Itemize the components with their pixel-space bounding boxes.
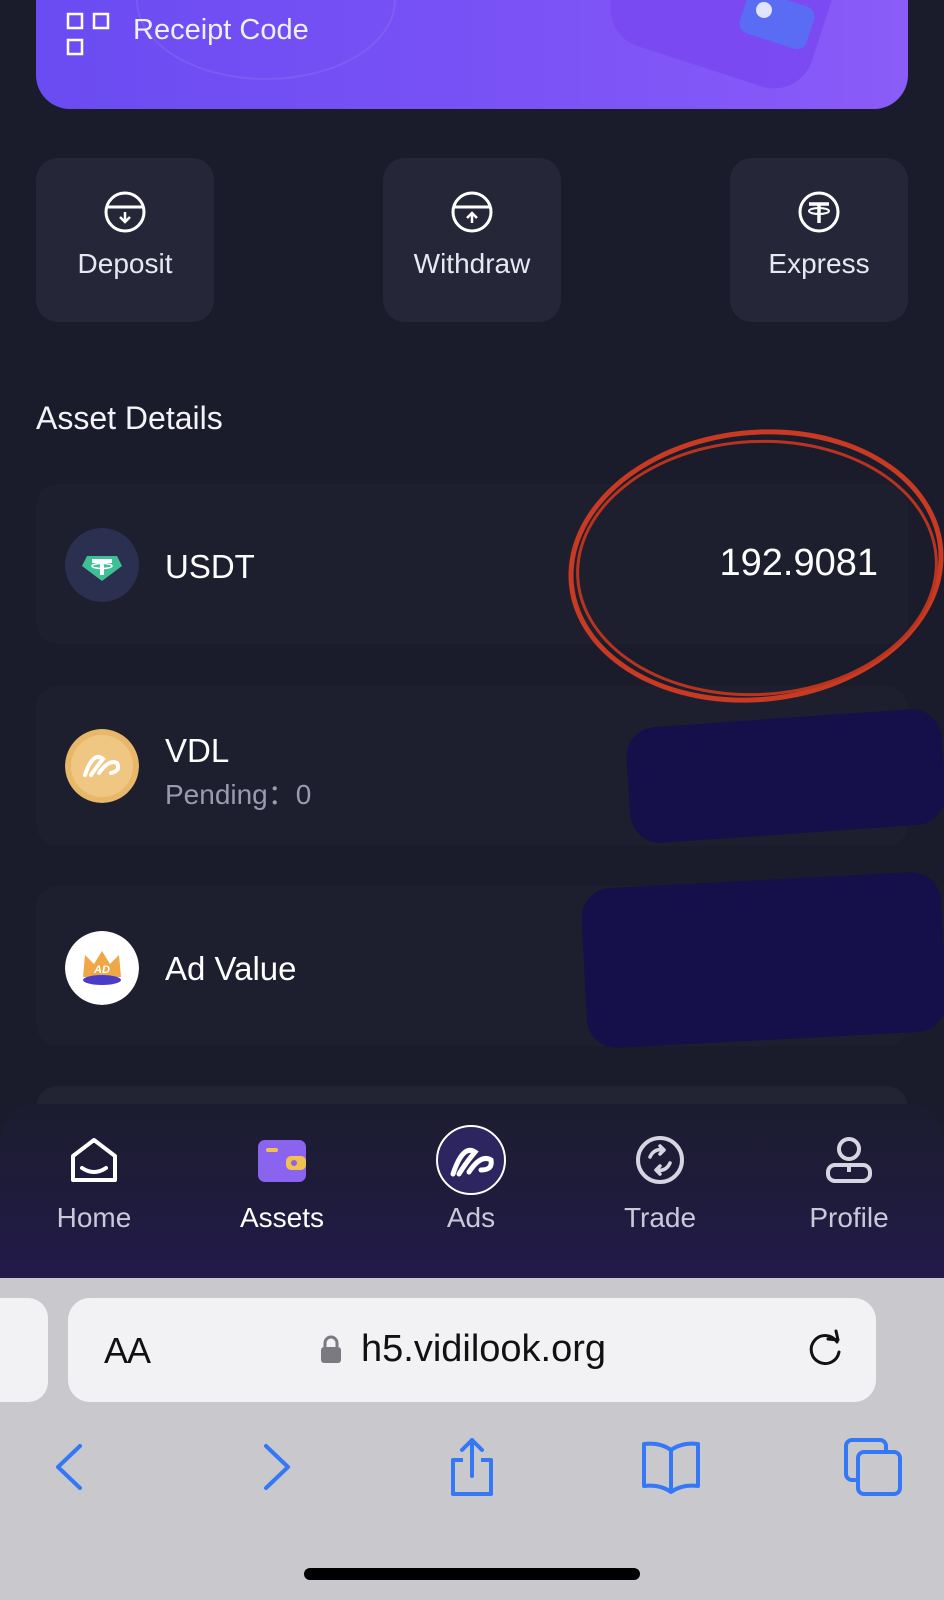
- tabs-icon[interactable]: [842, 1436, 904, 1498]
- asset-details-title: Asset Details: [36, 400, 223, 436]
- tab-assets[interactable]: Assets: [188, 1132, 376, 1234]
- asset-name: USDT: [165, 548, 255, 585]
- qr-grid-icon: [66, 12, 110, 56]
- receipt-code-label: Receipt Code: [133, 14, 309, 46]
- withdraw-label: Withdraw: [413, 248, 531, 279]
- browser-toolbar: AA h5.vidilook.org: [0, 1278, 944, 1600]
- tab-home[interactable]: Home: [0, 1132, 188, 1234]
- vdl-logo: [65, 729, 139, 803]
- tab-profile[interactable]: Profile: [755, 1132, 943, 1234]
- back-icon[interactable]: [40, 1436, 102, 1498]
- withdraw-icon: [451, 191, 493, 233]
- profile-icon: [826, 1137, 872, 1183]
- banner-decoration-dot: [756, 2, 772, 18]
- ads-logo-icon: [436, 1125, 506, 1195]
- withdraw-button[interactable]: Withdraw: [383, 158, 561, 322]
- deposit-button[interactable]: Deposit: [36, 158, 214, 322]
- exchange-icon: [636, 1136, 684, 1184]
- bookmarks-icon[interactable]: [640, 1436, 702, 1498]
- receipt-code-banner[interactable]: Receipt Code: [36, 0, 908, 109]
- express-button[interactable]: Express: [730, 158, 908, 322]
- asset-name: Ad Value: [165, 950, 297, 987]
- tab-label: Home: [56, 1202, 132, 1233]
- deposit-icon: [104, 191, 146, 233]
- bottom-tab-bar: Home Assets Ads Trade Profile: [0, 1104, 944, 1278]
- usdt-logo: [65, 528, 139, 602]
- home-indicator: [304, 1568, 640, 1580]
- lock-icon: [321, 1335, 341, 1363]
- text-size-button[interactable]: AA: [104, 1330, 151, 1372]
- redaction-mark: [580, 870, 944, 1050]
- wallet-icon: [258, 1140, 306, 1182]
- tab-label: Ads: [446, 1202, 496, 1233]
- asset-name: VDL: [165, 732, 230, 769]
- tab-label: Assets: [239, 1202, 325, 1233]
- deposit-label: Deposit: [77, 248, 173, 279]
- redaction-mark: [624, 707, 944, 845]
- address-bar[interactable]: AA h5.vidilook.org: [68, 1298, 876, 1402]
- home-icon: [71, 1138, 117, 1182]
- ad-crown-logo: AD: [65, 931, 139, 1005]
- share-icon[interactable]: [441, 1436, 503, 1498]
- express-label: Express: [768, 248, 870, 279]
- tab-trade[interactable]: Trade: [566, 1132, 754, 1234]
- tab-label: Profile: [809, 1202, 889, 1233]
- forward-icon[interactable]: [244, 1436, 306, 1498]
- svg-text:AD: AD: [93, 964, 110, 976]
- previous-tab-preview[interactable]: [0, 1298, 48, 1402]
- tether-icon: [798, 191, 840, 233]
- tab-ads[interactable]: Ads: [377, 1125, 565, 1234]
- url-text: h5.vidilook.org: [361, 1328, 607, 1370]
- asset-pending: Pending：0: [165, 779, 312, 810]
- tab-label: Trade: [623, 1202, 697, 1233]
- reload-icon[interactable]: [804, 1328, 846, 1370]
